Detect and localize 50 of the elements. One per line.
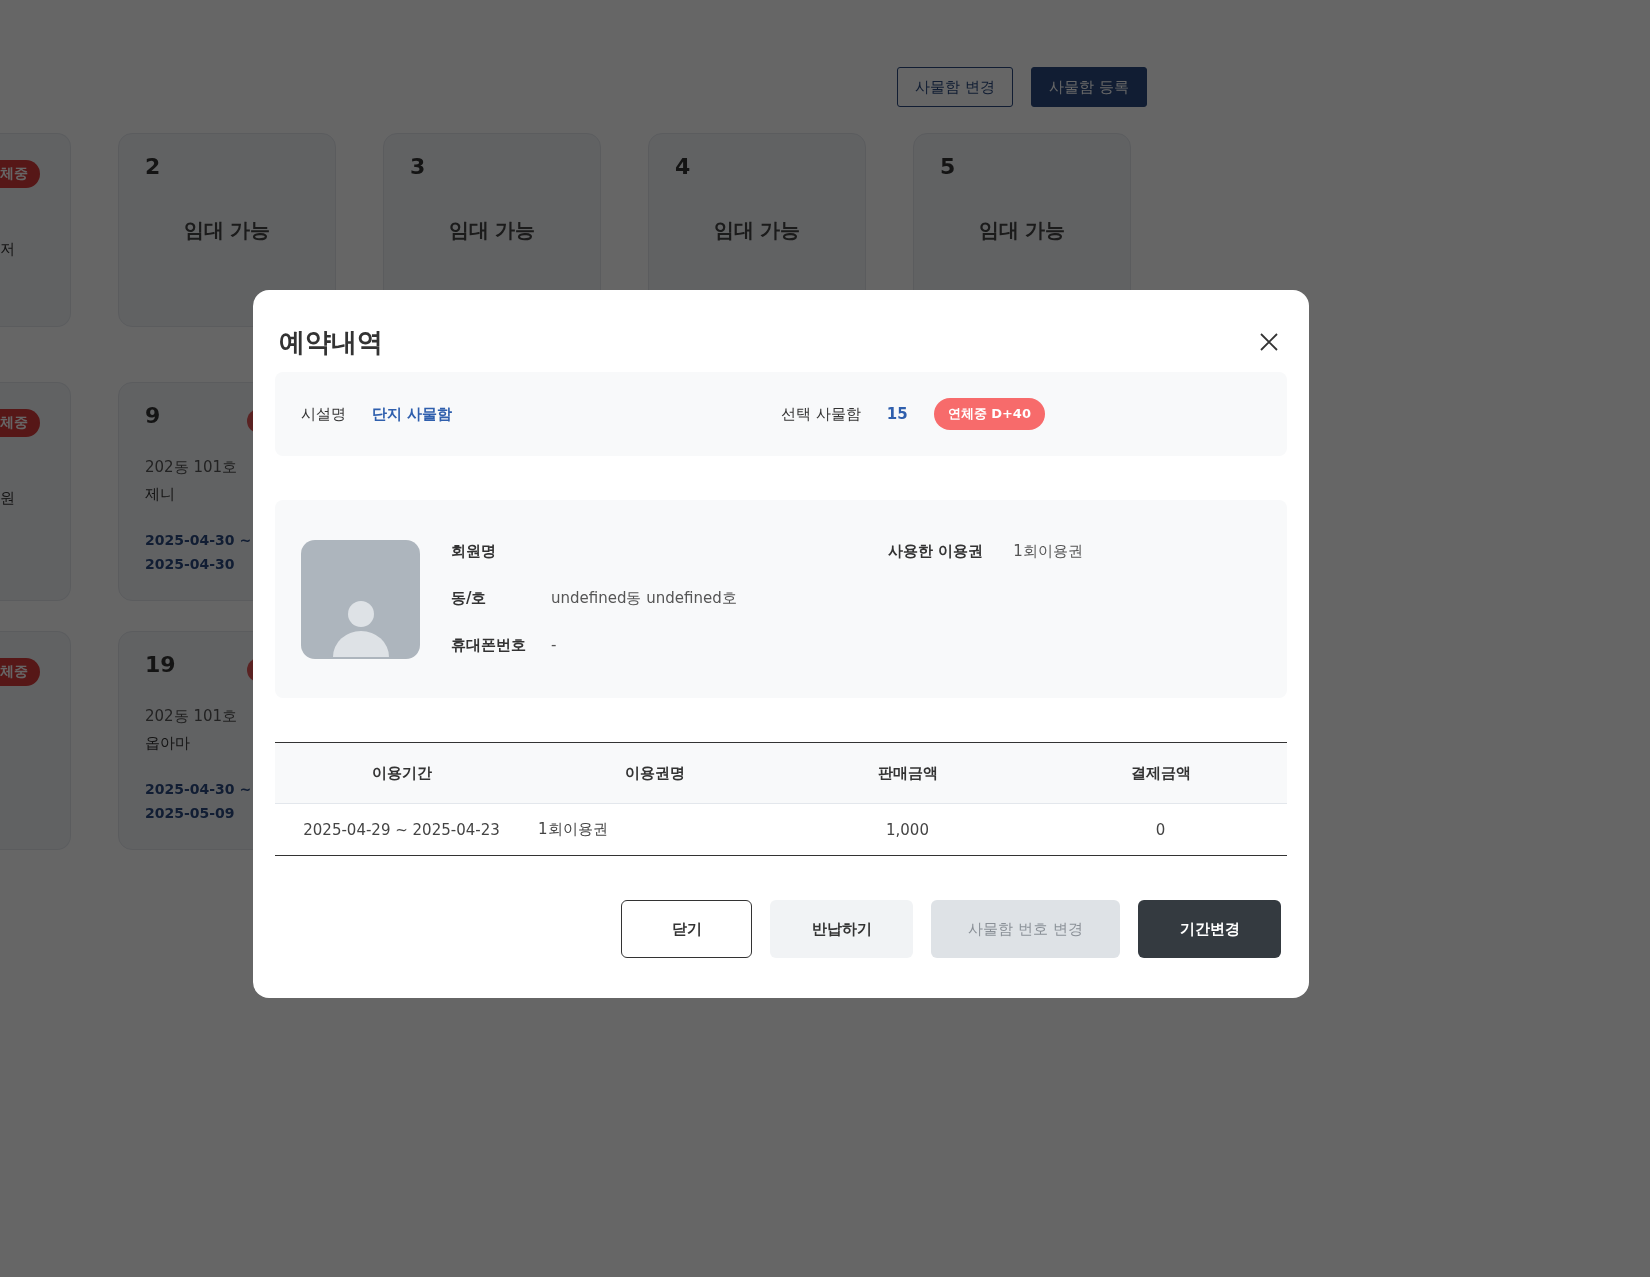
locker-status: 임대 가능 — [977, 217, 1067, 244]
field-value: 15 — [886, 405, 908, 423]
avatar-icon — [301, 540, 420, 659]
dialog-button[interactable]: 반납하기 — [770, 900, 913, 958]
column-header: 이용기간 — [275, 742, 528, 804]
field-label: 휴대폰번호 — [451, 636, 527, 655]
field-label: 사용한 이용권 — [888, 542, 984, 562]
unit-text: 202동 101호 — [145, 458, 239, 477]
field-label: 회원명 — [451, 542, 497, 561]
status-badge: 체중 — [0, 658, 40, 686]
field-label: 동/호 — [451, 589, 488, 608]
rental-period: 2025-04-30 ~ 2025-04-30 — [145, 531, 253, 574]
locker-card[interactable]: 2 임대 가능 — [118, 133, 336, 327]
card-text: 원 — [0, 489, 16, 508]
toolbar-button[interactable]: 사물함 변경 — [897, 67, 1013, 107]
dialog-button[interactable]: 기간변경 — [1138, 900, 1281, 958]
field-value: 단지 사물함 — [372, 404, 453, 424]
status-badge: 연체중 D+40 — [933, 398, 1045, 430]
locker-card[interactable]: 체중 원 — [0, 382, 71, 601]
locker-status: 임대 가능 — [712, 217, 802, 244]
dialog-button[interactable]: 닫기 — [621, 900, 752, 958]
locker-number: 2 — [145, 154, 162, 179]
toolbar-button[interactable]: 사물함 등록 — [1030, 67, 1147, 107]
table-cell: 1,000 — [781, 803, 1034, 856]
locker-status: 임대 가능 — [447, 217, 537, 244]
field-value: undefined동 undefined호 — [551, 589, 738, 608]
table-cell: 1회이용권 — [528, 803, 781, 856]
unit-text: 202동 101호 — [145, 707, 239, 726]
table-cell: 2025-04-29 ~ 2025-04-23 — [275, 803, 528, 856]
field-label: 선택 사물함 — [781, 404, 861, 424]
field-value: 1회이용권 — [1013, 542, 1083, 562]
column-header: 판매금액 — [781, 742, 1034, 804]
locker-status: 임대 가능 — [182, 217, 272, 244]
locker-number: 5 — [940, 154, 957, 179]
column-header: 결제금액 — [1034, 742, 1287, 804]
status-badge: 체중 — [0, 409, 40, 437]
locker-number: 3 — [410, 154, 427, 179]
locker-card[interactable]: 체중 저 — [0, 133, 71, 327]
locker-card[interactable]: 체중 — [0, 631, 71, 850]
card-text: 저 — [0, 240, 16, 259]
status-badge: 체중 — [0, 160, 40, 188]
member-name: 제니 — [145, 485, 176, 504]
table-cell: 0 — [1034, 803, 1287, 856]
field-value: - — [551, 636, 558, 655]
locker-number: 4 — [675, 154, 692, 179]
dialog-title: 예약내역 — [279, 325, 383, 359]
locker-number: 19 — [145, 652, 177, 677]
member-name: 옵아마 — [145, 734, 191, 753]
column-header: 이용권명 — [528, 742, 781, 804]
rental-period: 2025-04-30 ~ 2025-05-09 — [145, 780, 253, 823]
